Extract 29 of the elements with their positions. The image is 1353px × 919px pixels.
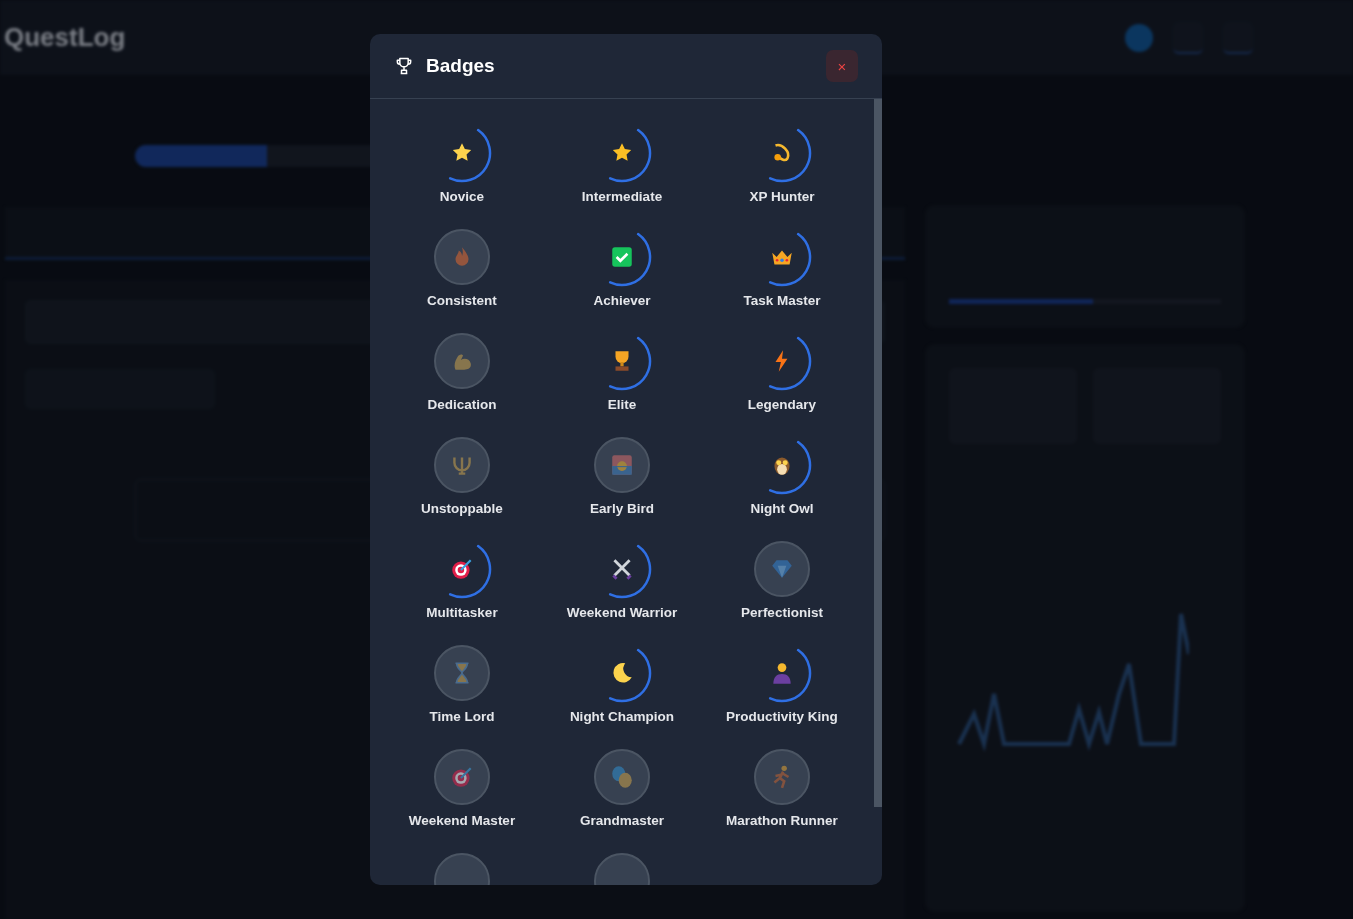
swords-icon	[609, 556, 635, 582]
close-button[interactable]: ×	[826, 50, 858, 82]
trophy-icon	[394, 56, 414, 76]
badge-label: XP Hunter	[749, 189, 815, 205]
badge-label: Grandmaster	[579, 813, 664, 829]
badge-label: Time Lord	[429, 709, 495, 725]
badge-label: Achiever	[593, 293, 651, 309]
app-logo: QuestLog	[4, 22, 126, 53]
badge-label: Weekend Warrior	[566, 605, 678, 621]
sunrise-icon	[609, 452, 635, 478]
badge-label: Perfectionist	[741, 605, 823, 621]
checkbox-icon	[609, 244, 635, 270]
badge-label: Task Master	[743, 293, 821, 309]
badge-label: Multitasker	[426, 605, 498, 621]
badge-label: Night Champion	[569, 709, 675, 725]
badge-label: Unstoppable	[421, 501, 503, 517]
dialog-title: Badges	[426, 55, 496, 77]
badge-label: Legendary	[747, 397, 817, 413]
badge-label: Intermediate	[581, 189, 663, 205]
badge-label: Elite	[607, 397, 637, 413]
badge-label: Dedication	[427, 397, 497, 413]
badge-label: Night Owl	[750, 501, 814, 517]
badge-label: Early Bird	[590, 501, 654, 517]
badge-label: Weekend Master	[408, 813, 516, 829]
scrollbar[interactable]	[874, 99, 882, 807]
badge-label: Consistent	[427, 293, 497, 309]
badge-label: Productivity King	[726, 709, 838, 725]
badge-label: Marathon Runner	[726, 813, 838, 829]
badge-label: Novice	[439, 189, 485, 205]
